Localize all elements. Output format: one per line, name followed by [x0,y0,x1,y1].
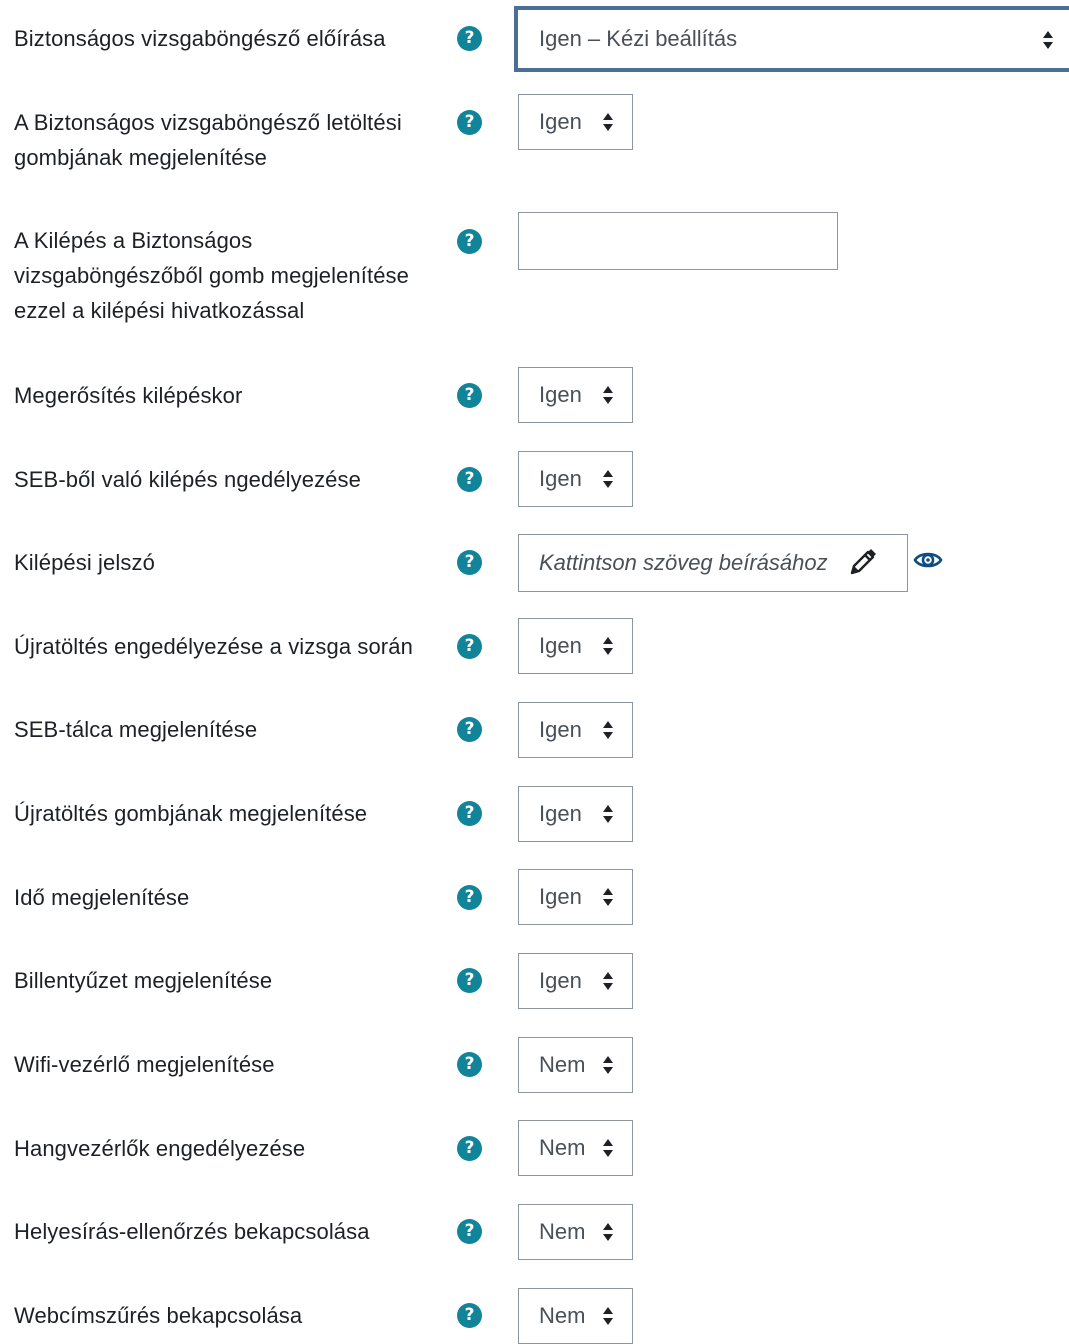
show-wifi-select[interactable]: Nem [518,1037,633,1093]
select-value: Igen [539,109,582,134]
sort-arrows-icon [603,1307,613,1325]
pencil-icon[interactable] [849,548,877,576]
show-keyboard-select[interactable]: Igen [518,953,633,1009]
help-icon[interactable]: ? [457,550,482,575]
select-value: Igen [539,717,582,742]
select-value: Igen [539,382,582,407]
show-download-button-select[interactable]: Igen [518,94,633,150]
sort-arrows-icon [603,1223,613,1241]
help-icon[interactable]: ? [457,968,482,993]
help-icon[interactable]: ? [457,634,482,659]
setting-label: Hangvezérlők engedélyezése [14,1136,306,1161]
help-icon[interactable]: ? [457,1136,482,1161]
setting-label: Megerősítés kilépéskor [14,383,243,408]
sort-arrows-icon [603,972,613,990]
sort-arrows-icon [603,1139,613,1157]
help-icon[interactable]: ? [457,1052,482,1077]
sort-arrows-icon [603,888,613,906]
help-icon[interactable]: ? [457,110,482,135]
setting-label: Helyesírás-ellenőrzés bekapcsolása [14,1219,370,1244]
setting-label: Újratöltés gombjának megjelenítése [14,801,368,826]
sort-arrows-icon [603,805,613,823]
allow-reload-select[interactable]: Igen [518,618,633,674]
setting-label: SEB-tálca megjelenítése [14,717,258,742]
show-time-select[interactable]: Igen [518,869,633,925]
password-placeholder: Kattintson szöveg beírásához [539,550,828,575]
setting-label: A Kilépés a Biztonságos vizsgaböngészőbő… [14,228,409,323]
setting-label: A Biztonságos vizsgaböngésző letöltési g… [14,110,402,170]
select-value: Igen [539,968,582,993]
setting-label: Webcímszűrés bekapcsolása [14,1303,303,1328]
confirm-quit-select[interactable]: Igen [518,367,633,423]
help-icon[interactable]: ? [457,1303,482,1328]
help-icon[interactable]: ? [457,467,482,492]
select-value: Igen [539,884,582,909]
quit-link-input[interactable] [518,212,838,270]
allow-quit-select[interactable]: Igen [518,451,633,507]
spellcheck-select[interactable]: Nem [518,1204,633,1260]
sort-arrows-icon [603,470,613,488]
setting-label: Idő megjelenítése [14,885,190,910]
help-icon[interactable]: ? [457,229,482,254]
show-taskbar-select[interactable]: Igen [518,702,633,758]
help-icon[interactable]: ? [457,801,482,826]
sort-arrows-icon [603,721,613,739]
setting-label: Wifi-vezérlő megjelenítése [14,1052,275,1077]
help-icon[interactable]: ? [457,26,482,51]
sort-arrows-icon [603,113,613,131]
setting-label: Billentyűzet megjelenítése [14,968,273,993]
quit-password-field[interactable]: Kattintson szöveg beírásához [518,534,908,592]
url-filtering-select[interactable]: Nem [518,1288,633,1344]
select-value: Igen [539,801,582,826]
setting-label: SEB-ből való kilépés ngedélyezése [14,467,361,492]
help-icon[interactable]: ? [457,1219,482,1244]
select-value: Nem [539,1052,586,1077]
setting-label: Újratöltés engedélyezése a vizsga során [14,634,413,659]
select-value: Igen [539,633,582,658]
help-icon[interactable]: ? [457,717,482,742]
select-value: Igen [539,466,582,491]
require-seb-select[interactable]: Igen – Kézi beállítás [514,6,1069,72]
help-icon[interactable]: ? [457,383,482,408]
audio-controls-select[interactable]: Nem [518,1120,633,1176]
sort-arrows-icon [1043,31,1053,49]
show-reload-button-select[interactable]: Igen [518,786,633,842]
sort-arrows-icon [603,1056,613,1074]
select-value: Nem [539,1135,586,1160]
help-icon[interactable]: ? [457,885,482,910]
setting-label: Kilépési jelszó [14,550,155,575]
sort-arrows-icon [603,637,613,655]
setting-label: Biztonságos vizsgaböngésző előírása [14,26,386,51]
eye-icon[interactable] [913,548,943,572]
sort-arrows-icon [603,386,613,404]
select-value: Igen – Kézi beállítás [539,26,738,51]
select-value: Nem [539,1303,586,1328]
select-value: Nem [539,1219,586,1244]
